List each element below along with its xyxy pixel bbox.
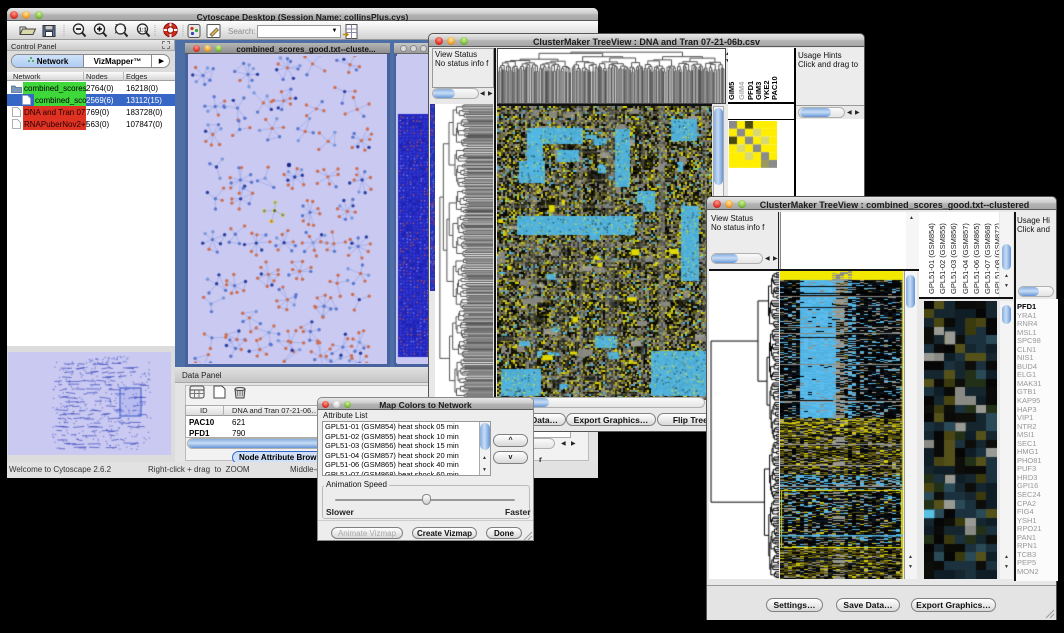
- svg-text:1:1: 1:1: [139, 28, 147, 34]
